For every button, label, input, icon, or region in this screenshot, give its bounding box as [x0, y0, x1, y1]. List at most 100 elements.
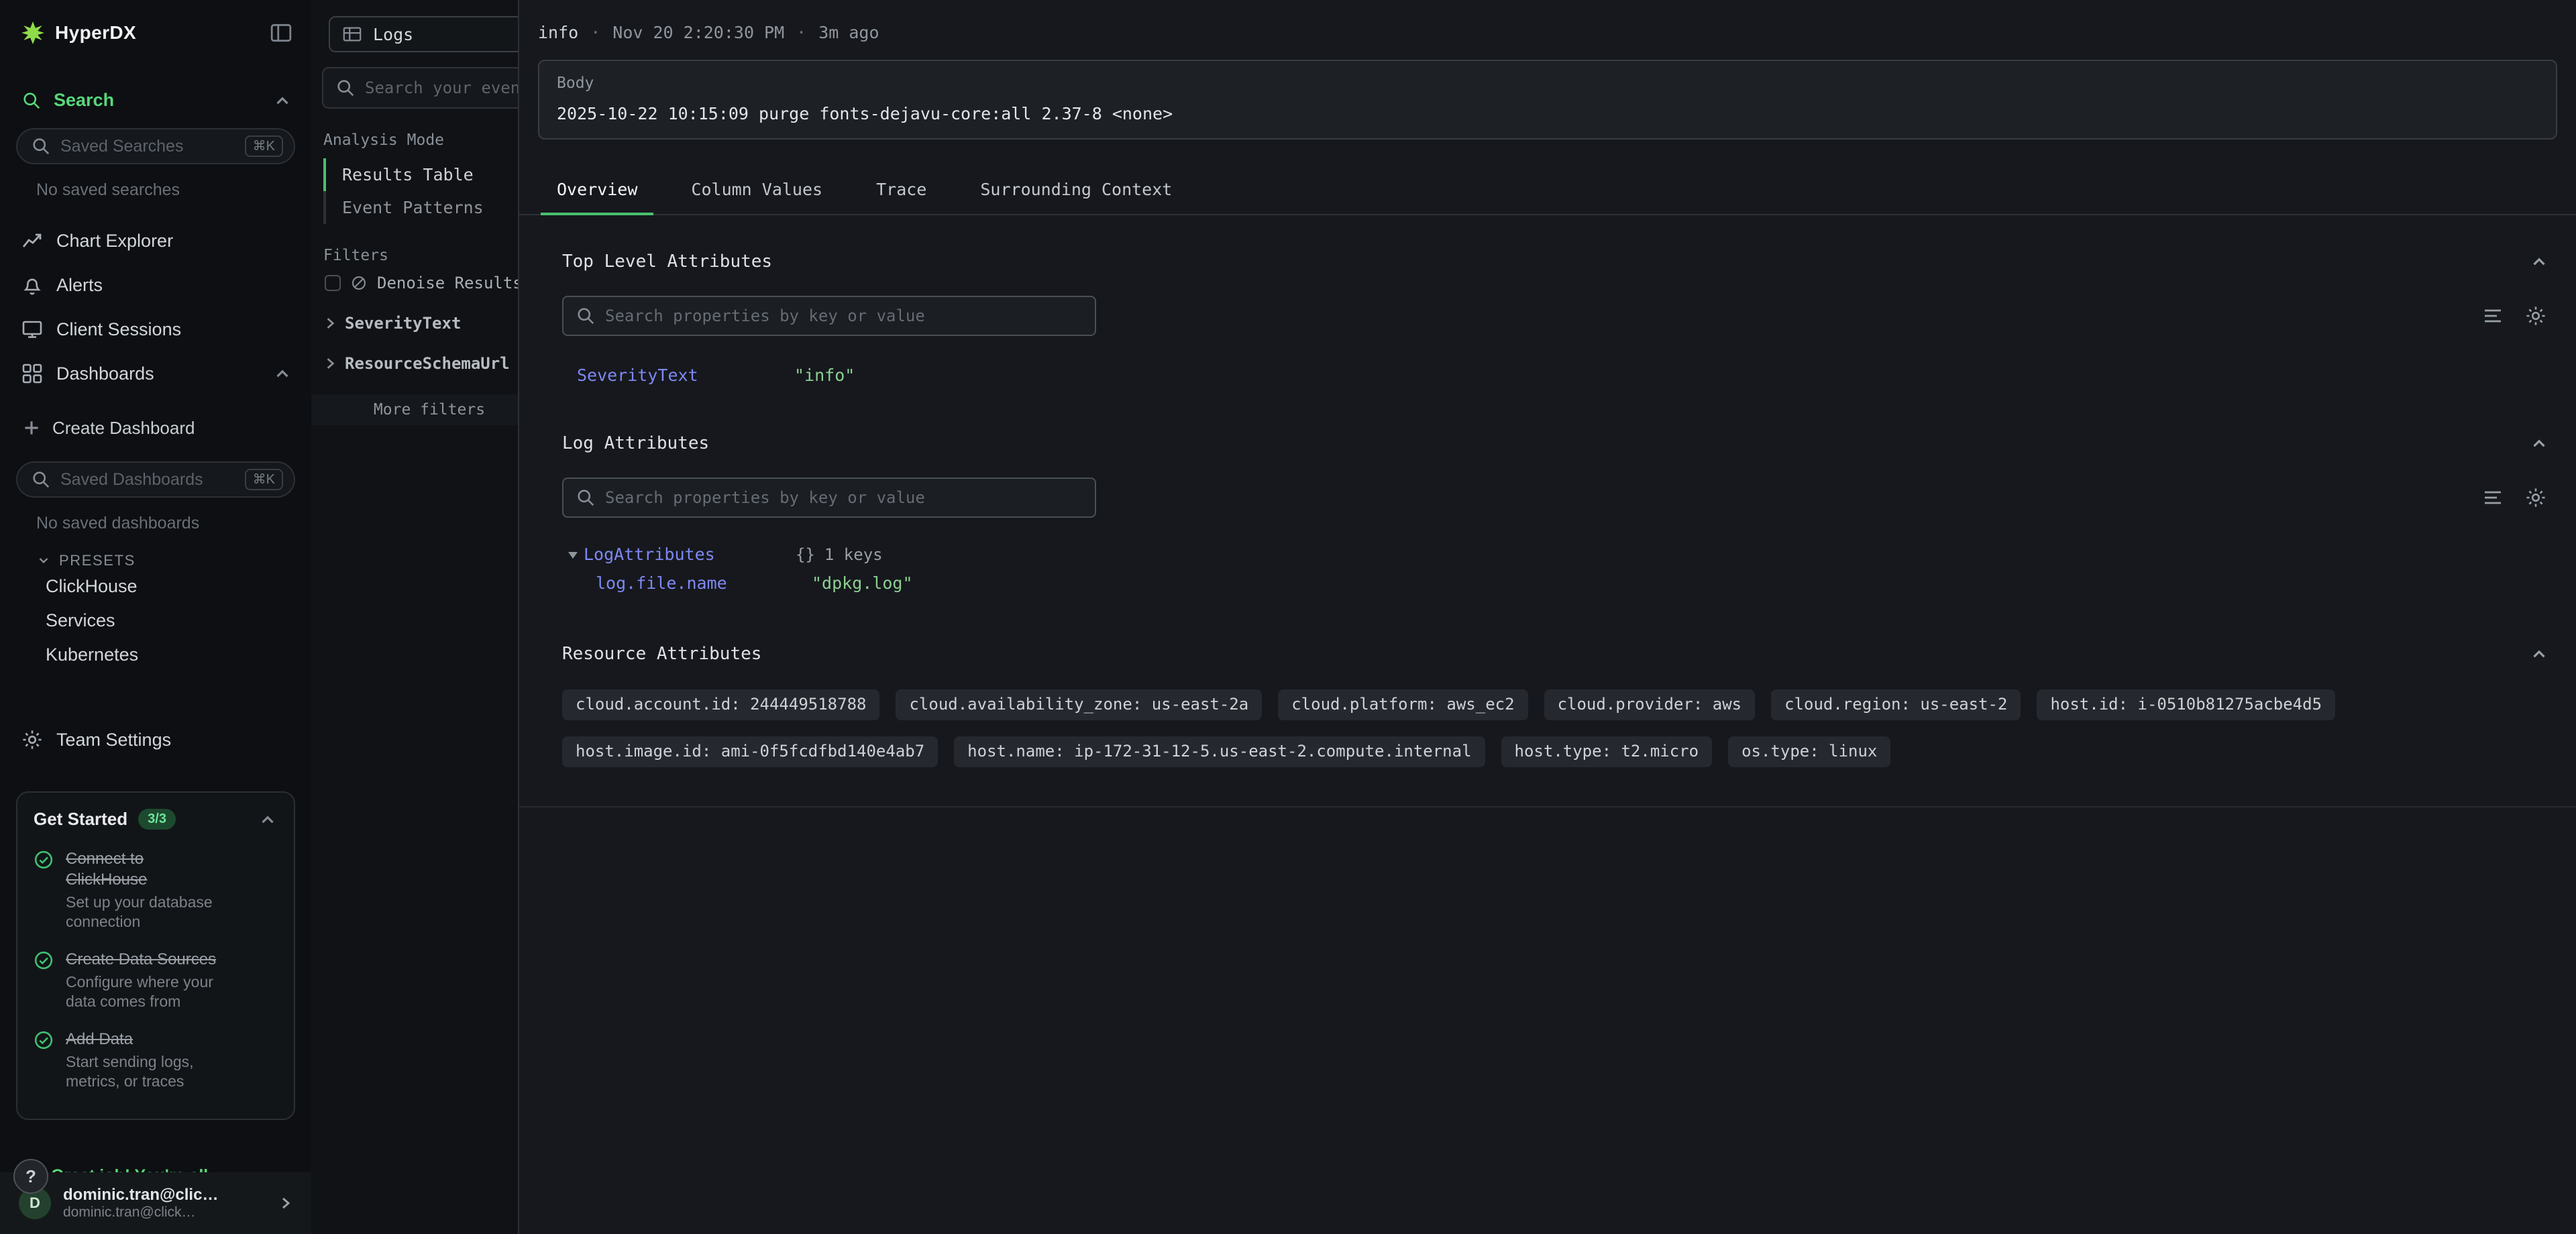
tab-trace[interactable]: Trace: [860, 168, 943, 214]
search-icon: [335, 78, 356, 98]
help-button[interactable]: ?: [13, 1159, 48, 1194]
resource-chip[interactable]: host.image.id: ami-0f5fcdfbd140e4ab7: [562, 736, 938, 767]
create-dashboard-button[interactable]: Create Dashboard: [0, 412, 311, 444]
saved-dashboards-input[interactable]: Saved Dashboards ⌘K: [16, 461, 295, 498]
event-search-placeholder: Search your event: [365, 78, 518, 97]
list-lines-icon[interactable]: [2482, 487, 2504, 508]
resource-chip[interactable]: cloud.region: us-east-2: [1771, 689, 2021, 720]
filter-expander-label: SeverityText: [345, 314, 461, 333]
sidebar-item-alerts[interactable]: Alerts: [0, 263, 311, 307]
chevron-up-icon[interactable]: [2529, 251, 2549, 272]
search-filter-panel: Logs Search your event Analysis Mode Res…: [311, 0, 518, 1234]
dot-separator: ·: [590, 23, 600, 42]
resource-chip[interactable]: cloud.account.id: 244449518788: [562, 689, 879, 720]
log-body-card: Body 2025-10-22 10:15:09 purge fonts-dej…: [538, 60, 2557, 139]
mode-event-patterns[interactable]: Event Patterns: [323, 191, 518, 224]
saved-searches-input[interactable]: Saved Searches ⌘K: [16, 128, 295, 164]
logs-table-icon: [342, 24, 362, 44]
chevron-up-icon[interactable]: [272, 363, 292, 384]
analysis-mode-label: Analysis Mode: [323, 131, 518, 149]
more-filters-button[interactable]: More filters: [311, 394, 518, 425]
attribute-key[interactable]: LogAttributes: [584, 545, 796, 564]
dot-separator: ·: [796, 23, 806, 42]
hyperdx-logo-icon: [21, 21, 44, 44]
chevron-down-icon: [36, 553, 51, 568]
get-started-header[interactable]: Get Started 3/3: [34, 809, 278, 830]
section-top-level-attributes: Top Level Attributes SeverityText "info": [519, 251, 2576, 385]
user-name: dominic.tran@clic…: [63, 1186, 264, 1204]
event-search-input[interactable]: Search your event: [322, 67, 518, 109]
checkbox: [325, 275, 341, 291]
property-search[interactable]: [562, 296, 1096, 336]
gear-icon[interactable]: [2525, 487, 2546, 508]
property-search-input[interactable]: [605, 306, 1083, 325]
search-icon: [576, 306, 596, 326]
tab-surrounding-context[interactable]: Surrounding Context: [964, 168, 1188, 214]
source-select[interactable]: Logs: [329, 16, 518, 52]
resource-chip[interactable]: cloud.platform: aws_ec2: [1278, 689, 1527, 720]
denoise-label: Denoise Results: [377, 274, 518, 292]
attribute-key[interactable]: SeverityText: [577, 366, 794, 385]
mode-results-table[interactable]: Results Table: [323, 158, 518, 191]
preset-item-kubernetes[interactable]: Kubernetes: [0, 638, 311, 672]
attribute-value[interactable]: "dpkg.log": [812, 573, 913, 593]
section-title: Resource Attributes: [562, 644, 761, 664]
preset-item-clickhouse[interactable]: ClickHouse: [0, 569, 311, 604]
property-search-input[interactable]: [605, 488, 1083, 507]
tab-column-values[interactable]: Column Values: [675, 168, 839, 214]
key-count: 1 keys: [824, 545, 883, 564]
chevron-up-icon[interactable]: [2529, 644, 2549, 664]
section-title: Top Level Attributes: [562, 251, 772, 272]
tab-overview[interactable]: Overview: [541, 168, 653, 214]
get-started-item-sources[interactable]: Create Data Sources Configure where your…: [34, 949, 278, 1011]
chevron-up-icon[interactable]: [2529, 433, 2549, 453]
gear-icon[interactable]: [2525, 305, 2546, 327]
attribute-value[interactable]: "info": [794, 366, 855, 385]
resource-chip[interactable]: host.name: ip-172-31-12-5.us-east-2.comp…: [954, 736, 1485, 767]
sidebar-item-chart-explorer[interactable]: Chart Explorer: [0, 219, 311, 263]
attribute-row: log.file.name "dpkg.log": [562, 573, 2555, 593]
sidebar-collapse-icon[interactable]: [270, 21, 292, 44]
sidebar-item-team-settings[interactable]: Team Settings: [0, 718, 311, 762]
search-icon: [576, 488, 596, 508]
resource-chip[interactable]: os.type: linux: [1728, 736, 1890, 767]
get-started-item-add-data[interactable]: Add Data Start sending logs, metrics, or…: [34, 1029, 278, 1091]
resource-chip[interactable]: host.type: t2.micro: [1501, 736, 1713, 767]
shortcut-badge: ⌘K: [245, 469, 283, 490]
body-content: 2025-10-22 10:15:09 purge fonts-dejavu-c…: [557, 104, 2538, 123]
get-started-progress-badge: 3/3: [138, 809, 176, 830]
filter-expander-resourceschemaurl[interactable]: ResourceSchemaUrl: [322, 354, 518, 373]
resource-chip[interactable]: host.id: i-0510b81275acbe4d5: [2037, 689, 2335, 720]
sidebar-item-dashboards[interactable]: Dashboards: [0, 351, 311, 396]
sidebar: HyperDX Search Saved Searches ⌘K No save…: [0, 0, 311, 1234]
tree-expand-caret-icon[interactable]: [565, 547, 581, 563]
chevron-right-icon: [322, 355, 338, 372]
brand-name: HyperDX: [55, 22, 259, 44]
attribute-row: SeverityText "info": [562, 366, 2555, 385]
chevron-up-icon[interactable]: [272, 91, 292, 111]
saved-searches-placeholder: Saved Searches: [60, 137, 235, 156]
presets-toggle[interactable]: PRESETS: [36, 552, 311, 569]
log-timestamp: Nov 20 2:20:30 PM: [612, 23, 784, 42]
team-settings-nav: Team Settings: [0, 718, 311, 762]
list-lines-icon[interactable]: [2482, 305, 2504, 327]
brand-row: HyperDX: [0, 0, 311, 50]
resource-chip[interactable]: cloud.availability_zone: us-east-2a: [896, 689, 1262, 720]
get-started-item-connect[interactable]: Connect to ClickHouse Set up your databa…: [34, 848, 278, 932]
attribute-key[interactable]: log.file.name: [596, 573, 812, 593]
user-email: dominic.tran@click…: [63, 1204, 264, 1221]
get-started-item-title: Create Data Sources: [66, 949, 229, 970]
preset-item-services[interactable]: Services: [0, 604, 311, 638]
denoise-results-checkbox[interactable]: Denoise Results: [325, 274, 518, 292]
body-label: Body: [557, 74, 2538, 92]
resource-chip[interactable]: cloud.provider: aws: [1544, 689, 1756, 720]
chevron-up-icon[interactable]: [258, 809, 278, 830]
chart-icon: [21, 230, 43, 251]
property-search[interactable]: [562, 478, 1096, 518]
get-started-item-desc: Start sending logs, metrics, or traces: [66, 1052, 229, 1091]
log-detail-drawer: info · Nov 20 2:20:30 PM · 3m ago Body 2…: [518, 0, 2576, 1234]
get-started-item-desc: Configure where your data comes from: [66, 972, 229, 1011]
search-section-header[interactable]: Search: [0, 90, 311, 111]
filter-expander-severitytext[interactable]: SeverityText: [322, 314, 518, 333]
sidebar-item-client-sessions[interactable]: Client Sessions: [0, 307, 311, 351]
